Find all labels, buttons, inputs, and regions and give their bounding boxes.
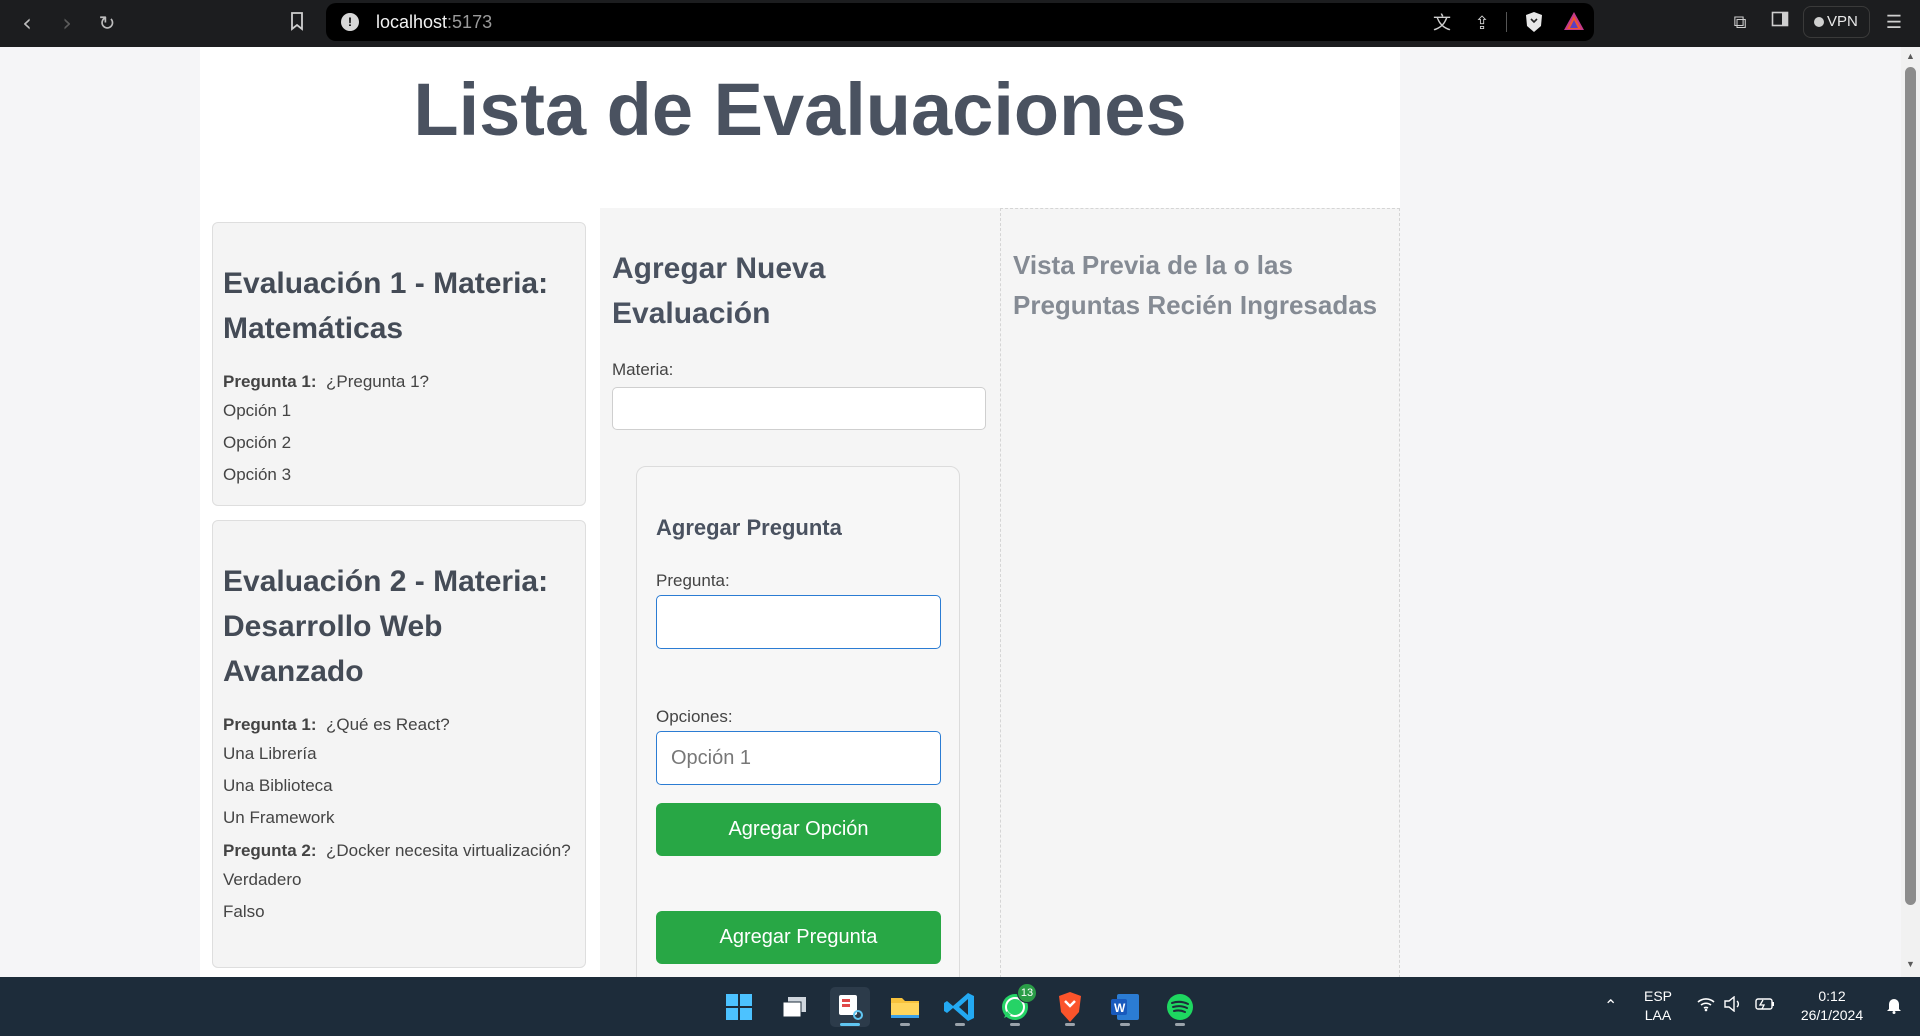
question-line: Pregunta 1: ¿Qué es React? <box>223 712 575 738</box>
pregunta-label: Pregunta: <box>656 571 730 590</box>
show-hidden-icons-icon[interactable]: ⌃ <box>1604 996 1617 1016</box>
brave-browser-icon[interactable] <box>1050 987 1090 1027</box>
scroll-down-icon[interactable]: ▼ <box>1905 959 1916 969</box>
add-question-button[interactable]: Agregar Pregunta <box>656 911 941 964</box>
evaluation-list: Evaluación 1 - Materia: Matemáticas Preg… <box>200 208 600 977</box>
forward-icon[interactable]: › <box>52 8 82 38</box>
running-indicator <box>1175 1023 1185 1026</box>
question-text: ¿Docker necesita virtualización? <box>325 841 571 860</box>
evaluation-card: Evaluación 2 - Materia: Desarrollo Web A… <box>212 520 586 968</box>
app-container: Lista de Evaluaciones Evaluación 1 - Mat… <box>200 47 1400 977</box>
spotify-icon[interactable] <box>1160 987 1200 1027</box>
browser-toolbar: ‹ › ↻ ! localhost:5173 文 ⇪ ⧉ VPN ☰ <box>0 0 1920 47</box>
menu-icon[interactable]: ☰ <box>1882 10 1906 34</box>
reload-icon[interactable]: ↻ <box>92 8 122 38</box>
question-text: ¿Pregunta 1? <box>325 372 429 391</box>
question-text: ¿Qué es React? <box>325 715 450 734</box>
running-indicator <box>955 1023 965 1026</box>
opciones-label: Opciones: <box>656 707 733 726</box>
add-question-title: Agregar Pregunta <box>656 515 842 540</box>
extensions-icon[interactable]: ⧉ <box>1728 10 1752 34</box>
site-info-icon[interactable]: ! <box>341 13 359 31</box>
volume-icon[interactable] <box>1723 995 1743 1017</box>
question-label: Pregunta 2: <box>223 841 317 860</box>
question-line: Pregunta 2: ¿Docker necesita virtualizac… <box>223 838 575 864</box>
back-icon[interactable]: ‹ <box>12 8 42 38</box>
question-line: Pregunta 1: ¿Pregunta 1? <box>223 369 575 395</box>
sidebar-icon[interactable] <box>1768 10 1792 34</box>
svg-text:W: W <box>1114 1001 1126 1015</box>
notification-bell-icon[interactable] <box>1886 996 1902 1019</box>
whatsapp-icon[interactable]: 13 <box>995 983 1037 1027</box>
vpn-button[interactable]: VPN <box>1803 6 1870 38</box>
option-item: Un Framework <box>223 808 335 827</box>
evaluation-title: Evaluación 2 - Materia: Desarrollo Web A… <box>223 565 549 688</box>
evaluation-card: Evaluación 1 - Materia: Matemáticas Preg… <box>212 222 586 506</box>
brave-shield-icon[interactable] <box>1522 11 1546 35</box>
file-explorer-icon[interactable] <box>885 987 925 1027</box>
option-item: Verdadero <box>223 870 302 889</box>
question-label: Pregunta 1: <box>223 372 317 391</box>
task-view-icon[interactable] <box>775 987 815 1027</box>
battery-icon[interactable] <box>1754 996 1776 1017</box>
preview-panel: Vista Previa de la o las Preguntas Recié… <box>1000 208 1400 977</box>
option-item: Una Biblioteca <box>223 776 333 795</box>
option-item: Opción 3 <box>223 465 292 484</box>
language-indicator[interactable]: ESP LAA <box>1640 987 1676 1025</box>
add-option-button[interactable]: Agregar Opción <box>656 803 941 856</box>
address-bar[interactable]: ! localhost:5173 文 ⇪ <box>326 3 1594 41</box>
new-evaluation-form: Agregar Nueva Evaluación Materia: Agrega… <box>600 208 1000 977</box>
option-item: Opción 1 <box>223 401 292 420</box>
option-item: Opción 2 <box>223 433 292 452</box>
windows-start-icon[interactable] <box>719 987 759 1027</box>
form-title: Agregar Nueva Evaluación <box>612 252 826 330</box>
vpn-status-icon <box>1814 17 1824 27</box>
add-question-card: Agregar Pregunta Pregunta: Opciones: Agr… <box>636 466 960 977</box>
snipping-tool-icon[interactable] <box>830 987 870 1027</box>
pregunta-input[interactable] <box>656 595 941 649</box>
address-bar-divider <box>1506 12 1507 32</box>
page-scrollbar[interactable]: ▲ ▼ <box>1901 47 1920 977</box>
option-input[interactable] <box>656 731 941 785</box>
scroll-thumb[interactable] <box>1905 67 1916 905</box>
materia-label: Materia: <box>612 360 674 379</box>
question-label: Pregunta 1: <box>223 715 317 734</box>
word-icon[interactable]: W <box>1105 987 1145 1027</box>
scroll-up-icon[interactable]: ▲ <box>1905 51 1916 61</box>
brave-rewards-icon[interactable] <box>1562 11 1586 35</box>
preview-title: Vista Previa de la o las Preguntas Recié… <box>1013 250 1378 320</box>
option-item: Falso <box>223 902 265 921</box>
taskbar: 13 W ⌃ ESP LAA 0:12 26/1/2024 <box>0 977 1920 1036</box>
running-indicator <box>1010 1023 1020 1026</box>
running-indicator <box>1065 1023 1075 1026</box>
active-indicator <box>840 1023 860 1026</box>
running-indicator <box>900 1023 910 1026</box>
translate-icon[interactable]: 文 <box>1430 11 1454 35</box>
evaluation-title: Evaluación 1 - Materia: Matemáticas <box>223 267 549 345</box>
bookmark-icon[interactable] <box>285 9 309 33</box>
page-title: Lista de Evaluaciones <box>413 68 1187 151</box>
materia-input[interactable] <box>612 387 986 430</box>
option-item: Una Librería <box>223 744 317 763</box>
page-viewport: Lista de Evaluaciones Evaluación 1 - Mat… <box>0 47 1901 977</box>
wifi-icon[interactable] <box>1696 996 1716 1017</box>
notification-badge: 13 <box>1017 983 1037 1003</box>
running-indicator <box>1120 1023 1130 1026</box>
share-icon[interactable]: ⇪ <box>1470 11 1494 35</box>
clock[interactable]: 0:12 26/1/2024 <box>1788 987 1876 1025</box>
vscode-icon[interactable] <box>940 987 980 1027</box>
url-text[interactable]: localhost:5173 <box>376 12 492 33</box>
